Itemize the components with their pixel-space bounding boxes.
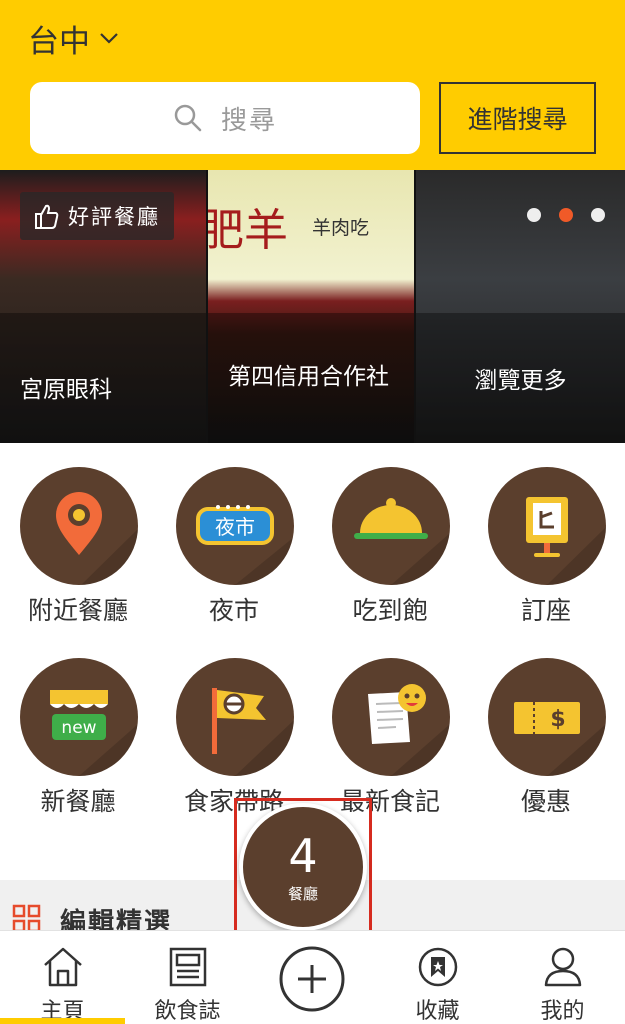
category-icon-bg: $ xyxy=(488,658,606,776)
advanced-search-button[interactable]: 進階搜尋 xyxy=(439,82,596,154)
active-tab-indicator xyxy=(0,1018,125,1024)
category-label: 附近餐廳 xyxy=(27,596,128,625)
category-icon-bg xyxy=(20,467,138,585)
nav-home[interactable]: 主頁 xyxy=(0,931,125,1024)
search-placeholder: 搜尋 xyxy=(220,105,277,136)
featured-banner: 宮原眼科 肥羊 羊肉吃 第四信用合作社 瀏覽更多 好評餐廳 xyxy=(0,170,625,443)
category-reservation[interactable]: 訂座 xyxy=(468,467,624,637)
nav-magazine[interactable]: 飲食誌 xyxy=(125,931,250,1024)
nav-label: 我的 xyxy=(540,999,585,1024)
category-icon-bg xyxy=(332,658,450,776)
thumbs-up-icon xyxy=(35,204,59,229)
night-market-sign-icon: 夜市 xyxy=(196,505,294,585)
bookmark-icon xyxy=(418,947,457,987)
banner-panel-label: 宮原眼科 xyxy=(20,377,112,403)
magazine-icon xyxy=(169,947,206,987)
category-new-restaurants[interactable]: new 新餐廳 xyxy=(0,658,156,828)
shop-sign: 肥羊 羊肉吃 xyxy=(208,192,414,260)
restaurant-count-unit: 餐廳 xyxy=(287,884,318,903)
restaurant-count: 4 xyxy=(288,828,318,883)
add-icon[interactable] xyxy=(278,945,346,1013)
city-label: 台中 xyxy=(28,23,90,60)
category-buffet[interactable]: 吃到飽 xyxy=(312,467,468,637)
shop-sign-small: 羊肉吃 xyxy=(312,216,370,239)
nav-profile[interactable]: 我的 xyxy=(500,931,625,1024)
page-dot[interactable] xyxy=(591,208,605,222)
header: 台中 搜尋 進階搜尋 xyxy=(0,0,625,170)
flag-icon xyxy=(212,688,294,776)
shop-sign-big: 肥羊 xyxy=(208,205,288,256)
category-icon-bg: new xyxy=(20,658,138,776)
reservation-sign-icon xyxy=(526,497,606,585)
category-icon-bg xyxy=(176,658,294,776)
restaurant-count-button[interactable]: 4 餐廳 xyxy=(239,803,367,931)
search-icon xyxy=(174,104,202,132)
coupon-icon: $ xyxy=(514,702,606,776)
svg-text:夜市: 夜市 xyxy=(215,515,255,539)
svg-text:new: new xyxy=(61,718,96,738)
user-icon xyxy=(544,947,581,987)
category-label: 優惠 xyxy=(520,787,571,816)
top-rated-badge: 好評餐廳 xyxy=(20,192,174,240)
nav-label: 收藏 xyxy=(415,999,460,1024)
bottom-nav: 主頁 飲食誌 收藏 我的 xyxy=(0,930,625,1024)
category-label: 夜市 xyxy=(208,596,259,625)
category-night-market[interactable]: 夜市 夜市 xyxy=(156,467,312,637)
banner-panel-label: 瀏覽更多 xyxy=(474,368,567,394)
location-pin-icon xyxy=(56,492,138,585)
nav-favorites[interactable]: 收藏 xyxy=(375,931,500,1024)
badge-label: 好評餐廳 xyxy=(68,205,160,229)
svg-text:$: $ xyxy=(550,707,565,732)
category-nearby[interactable]: 附近餐廳 xyxy=(0,467,156,637)
category-icon-bg xyxy=(332,467,450,585)
nav-label: 飲食誌 xyxy=(154,999,221,1024)
category-deals[interactable]: $ 優惠 xyxy=(468,658,624,828)
category-icon-bg xyxy=(488,467,606,585)
category-label: 吃到飽 xyxy=(352,596,428,625)
food-cloche-icon xyxy=(354,498,450,585)
banner-panel-2[interactable]: 肥羊 羊肉吃 第四信用合作社 xyxy=(208,170,414,443)
chevron-down-icon xyxy=(100,33,118,44)
category-label: 訂座 xyxy=(520,596,571,625)
category-label: 新餐廳 xyxy=(40,787,116,816)
city-selector[interactable]: 台中 xyxy=(28,16,120,60)
new-shop-icon: new xyxy=(50,690,138,776)
category-icon-bg: 夜市 xyxy=(176,467,294,585)
home-icon xyxy=(43,947,82,987)
page-dot[interactable] xyxy=(527,208,541,222)
search-input[interactable]: 搜尋 xyxy=(30,82,420,154)
banner-panel-label: 第四信用合作社 xyxy=(228,364,389,390)
banner-pagination xyxy=(527,208,605,222)
blog-note-icon xyxy=(368,684,450,776)
page-dot-active[interactable] xyxy=(559,208,573,222)
